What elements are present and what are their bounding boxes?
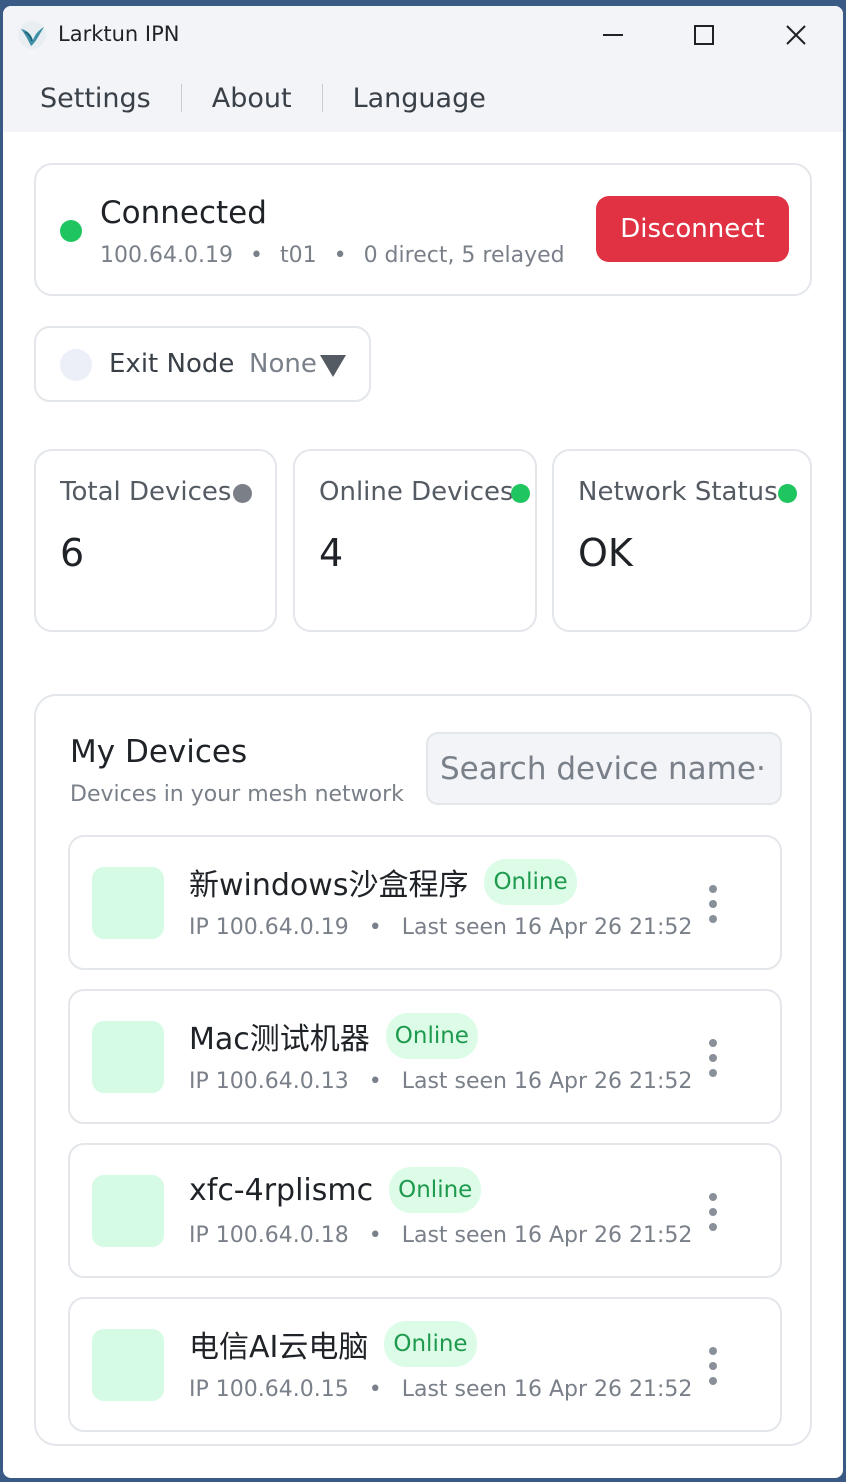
exit-node-label: Exit Node: [109, 349, 235, 379]
connection-details: 100.64.0.19 • t01 • 0 direct, 5 relayed: [100, 243, 565, 268]
separator: •: [249, 243, 263, 268]
maximize-button[interactable]: [659, 6, 749, 64]
device-row[interactable]: xfc-4rplismc Online IP 100.64.0.18 • Las…: [68, 1143, 782, 1278]
disconnect-button[interactable]: Disconnect: [596, 196, 789, 262]
stat-value: 4: [319, 531, 344, 575]
online-status-badge: Online: [385, 1013, 478, 1059]
device-avatar: [92, 1021, 164, 1093]
stat-value: OK: [578, 531, 633, 575]
device-ip: IP 100.64.0.13: [189, 1069, 349, 1094]
device-meta: IP 100.64.0.15 • Last seen 16 Apr 26 21:…: [189, 1377, 692, 1402]
device-meta: IP 100.64.0.13 • Last seen 16 Apr 26 21:…: [189, 1069, 692, 1094]
separator: •: [368, 1377, 382, 1402]
stat-indicator-dot: [233, 484, 252, 503]
device-row[interactable]: 新windows沙盒程序 Online IP 100.64.0.19 • Las…: [68, 835, 782, 970]
connection-status-dot: [60, 220, 82, 242]
exit-node-indicator: [60, 349, 92, 381]
menu-about[interactable]: About: [182, 83, 322, 114]
window-title: Larktun IPN: [58, 22, 180, 46]
device-name: 电信AI云电脑: [189, 1330, 369, 1365]
menu-language[interactable]: Language: [323, 83, 516, 114]
device-last-seen: Last seen 16 Apr 26 21:52: [401, 1223, 693, 1248]
separator: •: [368, 1069, 382, 1094]
exit-node-value: None: [249, 349, 317, 379]
app-window: Larktun IPN Settings About Language Conn…: [3, 6, 843, 1478]
device-ip: IP 100.64.0.18: [189, 1223, 349, 1248]
separator: •: [333, 243, 347, 268]
device-last-seen: Last seen 16 Apr 26 21:52: [401, 915, 693, 940]
device-last-seen: Last seen 16 Apr 26 21:52: [401, 1377, 693, 1402]
title-bar[interactable]: Larktun IPN: [3, 6, 843, 64]
device-row[interactable]: 电信AI云电脑 Online IP 100.64.0.15 • Last see…: [68, 1297, 782, 1432]
device-avatar: [92, 1175, 164, 1247]
stat-indicator-dot: [778, 484, 797, 503]
more-options-icon[interactable]: [706, 1039, 720, 1077]
more-options-icon[interactable]: [706, 885, 720, 923]
device-avatar: [92, 867, 164, 939]
chevron-down-icon: [320, 355, 346, 377]
menu-settings[interactable]: Settings: [3, 83, 181, 114]
devices-subtitle: Devices in your mesh network: [70, 782, 404, 807]
stat-indicator-dot: [511, 484, 530, 503]
stat-value: 6: [60, 531, 85, 575]
device-ip: IP 100.64.0.19: [189, 915, 349, 940]
minimize-icon: [603, 34, 623, 36]
device-ip: IP 100.64.0.15: [189, 1377, 349, 1402]
device-row[interactable]: Mac测试机器 Online IP 100.64.0.13 • Last see…: [68, 989, 782, 1124]
menu-bar: Settings About Language: [3, 64, 843, 132]
local-ip: 100.64.0.19: [100, 243, 233, 268]
stat-label: Total Devices: [60, 477, 232, 507]
stat-label: Network Status: [578, 477, 778, 507]
stat-label: Online Devices: [319, 477, 514, 507]
online-status-badge: Online: [384, 1321, 477, 1367]
device-name: 新windows沙盒程序: [189, 868, 469, 903]
connection-status-title: Connected: [100, 195, 267, 231]
close-button[interactable]: [751, 6, 841, 64]
separator: •: [368, 1223, 382, 1248]
app-logo-icon: [18, 21, 46, 49]
my-devices-panel: My Devices Devices in your mesh network …: [34, 694, 812, 1446]
separator: •: [368, 915, 382, 940]
stat-card-network-status: Network Status OK: [552, 449, 812, 632]
devices-title: My Devices: [70, 734, 248, 770]
more-options-icon[interactable]: [706, 1347, 720, 1385]
online-status-badge: Online: [389, 1167, 482, 1213]
connection-status-card: Connected 100.64.0.19 • t01 • 0 direct, …: [34, 163, 812, 296]
device-meta: IP 100.64.0.18 • Last seen 16 Apr 26 21:…: [189, 1223, 692, 1248]
host-name: t01: [279, 243, 317, 268]
device-search-input[interactable]: [426, 732, 782, 805]
close-icon: [786, 25, 806, 45]
minimize-button[interactable]: [568, 6, 658, 64]
device-meta: IP 100.64.0.19 • Last seen 16 Apr 26 21:…: [189, 915, 692, 940]
exit-node-selector[interactable]: Exit Node None: [34, 326, 371, 402]
device-last-seen: Last seen 16 Apr 26 21:52: [401, 1069, 693, 1094]
device-name: Mac测试机器: [189, 1022, 370, 1057]
stat-card-total-devices: Total Devices 6: [34, 449, 277, 632]
device-avatar: [92, 1329, 164, 1401]
more-options-icon[interactable]: [706, 1193, 720, 1231]
online-status-badge: Online: [484, 859, 577, 905]
maximize-icon: [694, 25, 714, 45]
peer-summary: 0 direct, 5 relayed: [363, 243, 565, 268]
device-name: xfc-4rplismc: [189, 1172, 374, 1208]
stat-card-online-devices: Online Devices 4: [293, 449, 537, 632]
